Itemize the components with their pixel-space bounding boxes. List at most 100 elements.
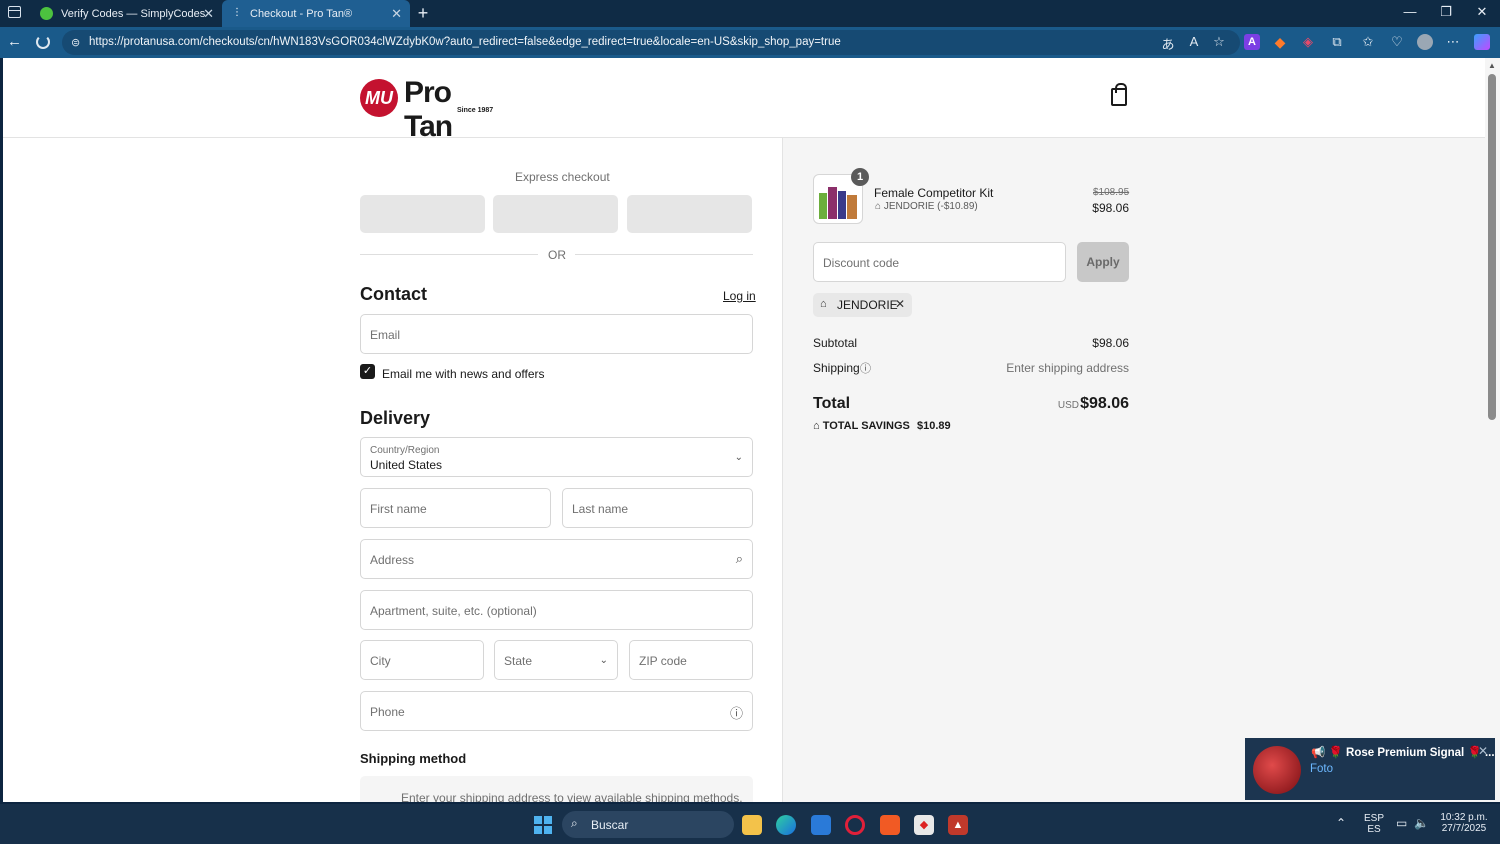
express-checkout-label: Express checkout: [515, 170, 610, 184]
tab-checkout[interactable]: ⋮ Checkout - Pro Tan® ✕: [222, 0, 410, 27]
express-pay-button-3[interactable]: [627, 195, 752, 233]
extensions-icon[interactable]: ⧉: [1329, 34, 1345, 50]
close-tab-icon[interactable]: ✕: [203, 6, 214, 22]
extension-fox-icon[interactable]: ◆: [1272, 34, 1288, 50]
sidebar-toggle-icon[interactable]: [8, 6, 21, 18]
read-aloud-icon[interactable]: A: [1186, 34, 1202, 49]
product-name: Female Competitor Kit: [874, 186, 994, 200]
site-info-icon[interactable]: ⊜: [71, 36, 80, 49]
address-field[interactable]: Address ⌕: [360, 539, 753, 579]
favorite-star-icon[interactable]: ☆: [1211, 34, 1227, 50]
discount-code-field[interactable]: Discount code: [813, 242, 1066, 282]
remove-discount-icon[interactable]: ✕: [895, 297, 905, 311]
login-link[interactable]: Log in: [723, 289, 756, 303]
language-top: ESP: [1363, 813, 1384, 824]
zip-field[interactable]: ZIP code: [629, 640, 753, 680]
tab-title: Checkout - Pro Tan®: [250, 7, 353, 20]
restore-button[interactable]: ❐: [1436, 4, 1456, 20]
close-window-button[interactable]: ✕: [1472, 4, 1492, 20]
product-price: $98.06: [1092, 201, 1129, 215]
country-select[interactable]: Country/Region United States ⌄: [360, 437, 753, 477]
express-pay-button-2[interactable]: [493, 195, 618, 233]
apartment-placeholder: Apartment, suite, etc. (optional): [370, 604, 537, 618]
help-icon[interactable]: ⓘ: [730, 703, 743, 722]
app-icon[interactable]: ◆: [914, 815, 934, 835]
volume-icon[interactable]: 🔈: [1414, 816, 1429, 830]
notification-toast[interactable]: 📢 🌹 Rose Premium Signal 🌹 ... Foto ✕: [1245, 738, 1495, 800]
extension-shield-icon[interactable]: ◈: [1300, 34, 1316, 50]
language-bottom: ES: [1367, 824, 1381, 835]
taskbar-search-label: Buscar: [591, 818, 629, 832]
first-name-field[interactable]: First name: [360, 488, 551, 528]
network-icon[interactable]: ▭: [1396, 816, 1407, 830]
email-field[interactable]: Email: [360, 314, 753, 354]
translate-icon[interactable]: あ: [1160, 34, 1176, 53]
shipping-value: Enter shipping address: [1006, 361, 1129, 375]
windows-taskbar: ⌕ Buscar ◆ ▲ ⌃ ESP ES ▭ 🔈 10:32 p.m. 27/…: [0, 804, 1500, 844]
site-header: MU Pro Tan Since 1987: [3, 58, 1485, 143]
back-arrow-icon[interactable]: ←: [7, 33, 22, 50]
new-tab-button[interactable]: +: [414, 3, 432, 24]
scrollbar-thumb[interactable]: [1488, 74, 1496, 420]
contact-heading: Contact: [360, 284, 427, 304]
address-bar: ← ⊜ https://protanusa.com/checkouts/cn/h…: [0, 27, 1500, 58]
phone-field[interactable]: Phone ⓘ: [360, 691, 753, 731]
tray-chevron-icon[interactable]: ⌃: [1336, 816, 1346, 830]
page-scrollbar[interactable]: ▲: [1485, 58, 1500, 802]
profile-avatar-icon[interactable]: [1417, 34, 1433, 50]
loading-spinner-icon[interactable]: [36, 35, 50, 49]
shipping-help-icon[interactable]: ⓘ: [860, 360, 871, 376]
close-icon[interactable]: ✕: [1478, 744, 1488, 758]
address-placeholder: Address: [370, 553, 415, 567]
copilot-icon[interactable]: [1474, 34, 1490, 50]
chevron-down-icon: ⌄: [599, 655, 608, 666]
divider-line: [360, 254, 538, 255]
tag-icon: ⌂: [820, 298, 827, 310]
windows-start-icon[interactable]: [534, 816, 552, 834]
city-field[interactable]: City: [360, 640, 484, 680]
apply-button[interactable]: Apply: [1077, 242, 1129, 282]
url-text[interactable]: https://protanusa.com/checkouts/cn/hWN18…: [89, 36, 841, 48]
apartment-field[interactable]: Apartment, suite, etc. (optional): [360, 590, 753, 630]
chevron-down-icon: ⌄: [734, 452, 743, 463]
language-indicator[interactable]: ESP ES: [1360, 813, 1388, 835]
taskbar-search[interactable]: ⌕ Buscar: [562, 811, 734, 838]
product-discount-text: JENDORIE (-$10.89): [883, 201, 978, 212]
url-field[interactable]: ⊜ https://protanusa.com/checkouts/cn/hWN…: [62, 30, 1240, 55]
or-label: OR: [548, 248, 566, 262]
tab-simplycodes[interactable]: Verify Codes — SimplyCodes ✕: [30, 0, 222, 27]
newsletter-checkbox[interactable]: ✓: [360, 364, 375, 379]
favorites-icon[interactable]: ✩: [1360, 34, 1376, 50]
scroll-up-icon[interactable]: ▲: [1488, 61, 1496, 70]
minimize-button[interactable]: —: [1400, 4, 1420, 19]
shopping-bag-icon[interactable]: [1111, 83, 1127, 106]
pro-tan-logo[interactable]: MU Pro Tan Since 1987: [360, 76, 505, 143]
brave-icon[interactable]: [880, 815, 900, 835]
browser-essentials-icon[interactable]: ♡: [1389, 34, 1405, 50]
state-select[interactable]: State ⌄: [494, 640, 618, 680]
original-price: $108.95: [1093, 187, 1130, 198]
clock[interactable]: 10:32 p.m. 27/7/2025: [1436, 812, 1492, 834]
last-name-field[interactable]: Last name: [562, 488, 753, 528]
close-tab-icon[interactable]: ✕: [391, 6, 402, 22]
country-label: Country/Region: [370, 445, 440, 456]
file-explorer-icon[interactable]: [742, 815, 762, 835]
edge-icon[interactable]: [776, 815, 796, 835]
clock-time: 10:32 p.m.: [1440, 812, 1488, 823]
first-name-placeholder: First name: [370, 502, 427, 516]
opera-icon[interactable]: [845, 815, 865, 835]
active-app-icon[interactable]: ▲: [948, 815, 968, 835]
discount-code-placeholder: Discount code: [823, 256, 900, 270]
express-pay-button-1[interactable]: [360, 195, 485, 233]
column-divider: [782, 138, 783, 802]
shipping-method-note: Enter your shipping address to view avai…: [401, 791, 743, 802]
extension-a-icon[interactable]: A: [1244, 34, 1260, 50]
tab-title: Verify Codes — SimplyCodes: [61, 7, 206, 20]
total-value: $98.06: [1080, 395, 1129, 412]
store-icon[interactable]: [811, 815, 831, 835]
quantity-badge: 1: [851, 168, 869, 186]
more-menu-icon[interactable]: ⋯: [1445, 34, 1461, 50]
divider-line: [575, 254, 753, 255]
loading-icon: ⋮: [232, 7, 242, 18]
shipping-method-box: Enter your shipping address to view avai…: [360, 776, 753, 802]
